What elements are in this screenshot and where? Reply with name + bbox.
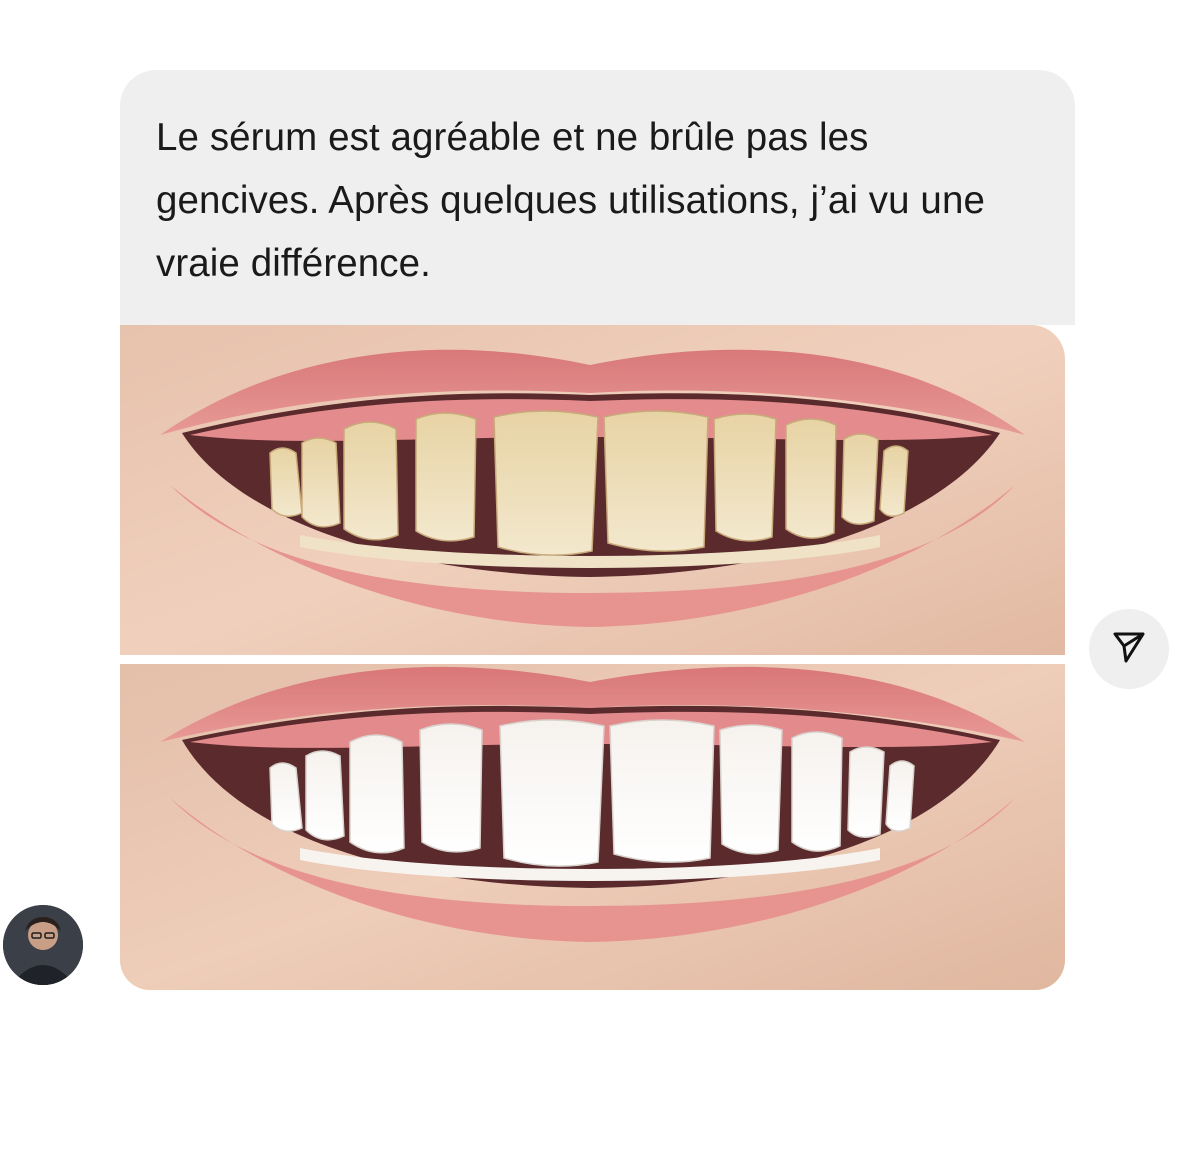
message-text: Le sérum est agréable et ne brûle pas le… <box>156 116 985 285</box>
message-bubble[interactable]: Le sérum est agréable et ne brûle pas le… <box>120 70 1075 325</box>
after-photo-panel <box>120 664 1065 990</box>
attached-photo[interactable] <box>120 325 1065 990</box>
paper-plane-icon <box>1111 629 1147 670</box>
sender-avatar[interactable] <box>3 905 83 985</box>
share-button[interactable] <box>1089 609 1169 689</box>
before-photo-panel <box>120 325 1065 655</box>
